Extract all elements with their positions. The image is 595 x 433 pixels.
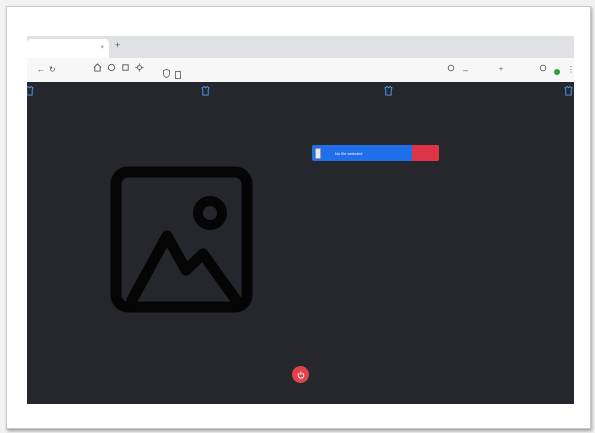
fab-button[interactable] [292, 366, 309, 383]
tab-bar: × + [27, 36, 574, 58]
nav-item-3[interactable] [373, 86, 403, 97]
downloads-icon[interactable] [539, 63, 547, 77]
address-bar[interactable] [163, 65, 445, 79]
nav-item-2[interactable] [190, 86, 220, 97]
shield-icon [163, 65, 170, 83]
page-viewport: No file selected [27, 82, 574, 404]
file-input[interactable]: No file selected [312, 145, 412, 161]
menu-icon[interactable]: ⋮ [567, 63, 574, 77]
power-icon [297, 371, 304, 379]
browser-window: × + ← ↻ – + ⋮ No file selected [27, 36, 574, 404]
browse-button[interactable] [315, 147, 321, 159]
extension-icon[interactable] [554, 66, 560, 80]
file-upload-group: No file selected [312, 145, 439, 161]
history-icon[interactable] [121, 63, 130, 77]
tracking-icon[interactable] [447, 63, 455, 77]
home-icon[interactable] [93, 63, 102, 77]
new-tab-button[interactable]: + [115, 40, 120, 50]
browser-tab[interactable]: × [27, 39, 109, 58]
shirt-icon [383, 86, 393, 96]
browser-toolbar: ← ↻ – + ⋮ [27, 58, 574, 83]
bookmark-icon[interactable] [107, 63, 116, 77]
back-icon[interactable]: ← [37, 63, 45, 77]
file-status: No file selected [335, 150, 363, 156]
shirt-icon [563, 86, 573, 96]
nav-item-1[interactable] [27, 86, 44, 97]
shirt-icon [27, 86, 34, 96]
nav-item-4[interactable] [553, 86, 574, 97]
close-tab-icon[interactable]: × [100, 39, 104, 58]
image-icon [110, 166, 253, 313]
zoom-in-icon[interactable]: + [499, 63, 503, 77]
zoom-out-icon[interactable]: – [463, 63, 468, 77]
submit-button[interactable] [412, 145, 439, 161]
reload-icon[interactable]: ↻ [49, 63, 56, 77]
shirt-icon [200, 86, 210, 96]
settings-icon[interactable] [135, 63, 144, 77]
